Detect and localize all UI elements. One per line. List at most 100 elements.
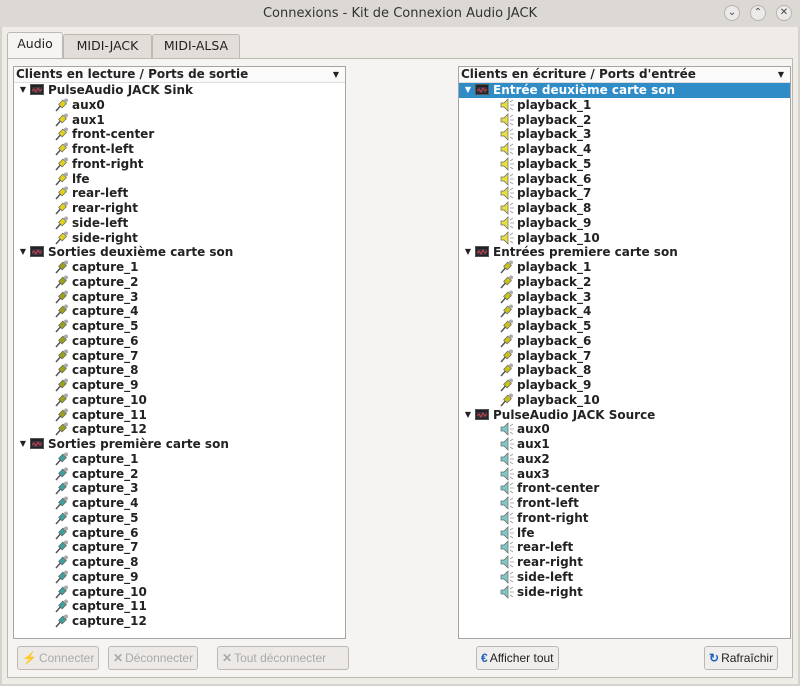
port-row[interactable]: lfe [459,526,790,541]
port-row[interactable]: playback_5 [459,157,790,172]
port-row[interactable]: playback_9 [459,216,790,231]
output-ports-tree[interactable]: Clients en lecture / Ports de sortie ▼ ▼ P… [13,66,346,639]
port-row[interactable]: capture_12 [14,614,345,629]
disconnect-all-button[interactable]: ✕ Tout déconnecter [217,646,349,670]
port-row[interactable]: front-left [459,496,790,511]
port-row[interactable]: capture_3 [14,290,345,305]
minimize-button[interactable]: ⌄ [724,5,740,21]
port-row[interactable]: front-center [459,481,790,496]
expand-arrow-icon[interactable]: ▼ [461,408,475,423]
port-row[interactable]: capture_12 [14,422,345,437]
connect-button[interactable]: ⚡ Connecter [17,646,100,670]
port-row[interactable]: capture_8 [14,363,345,378]
port-row[interactable]: playback_4 [459,142,790,157]
port-row[interactable]: aux0 [459,422,790,437]
port-row[interactable]: playback_10 [459,393,790,408]
port-row[interactable]: capture_5 [14,511,345,526]
port-row[interactable]: capture_8 [14,555,345,570]
port-row[interactable]: playback_3 [459,290,790,305]
port-row[interactable]: capture_7 [14,540,345,555]
port-row[interactable]: playback_3 [459,127,790,142]
plug-icon [54,349,70,363]
expand-arrow-icon[interactable]: ▼ [461,83,475,98]
port-row[interactable]: capture_2 [14,275,345,290]
plug-icon [499,334,515,348]
port-row[interactable]: front-center [14,127,345,142]
port-row[interactable]: playback_10 [459,231,790,246]
output-tree-header[interactable]: Clients en lecture / Ports de sortie ▼ [14,67,345,83]
port-row[interactable]: capture_9 [14,378,345,393]
refresh-button[interactable]: ↻ Rafraîchir [704,646,779,670]
port-row[interactable]: aux0 [14,98,345,113]
port-row[interactable]: capture_5 [14,319,345,334]
client-row[interactable]: ▼ Sorties deuxième carte son [14,245,345,260]
port-row[interactable]: side-right [459,585,790,600]
client-row[interactable]: ▼ PulseAudio JACK Sink [14,83,345,98]
port-row[interactable]: capture_11 [14,599,345,614]
port-row[interactable]: playback_7 [459,349,790,364]
port-row[interactable]: playback_2 [459,113,790,128]
port-row[interactable]: playback_8 [459,363,790,378]
port-row[interactable]: rear-left [459,540,790,555]
input-tree-header[interactable]: Clients en écriture / Ports d'entrée ▼ [459,67,790,83]
client-row[interactable]: ▼ Entrée deuxième carte son [459,83,790,98]
port-row[interactable]: capture_10 [14,393,345,408]
port-row[interactable]: capture_1 [14,260,345,275]
port-row[interactable]: front-right [14,157,345,172]
port-row[interactable]: playback_7 [459,186,790,201]
port-row[interactable]: side-right [14,231,345,246]
expand-arrow-icon[interactable]: ▼ [16,437,30,452]
port-row[interactable]: capture_4 [14,304,345,319]
show-all-button[interactable]: € Afficher tout [476,646,559,670]
expand-arrow-icon[interactable]: ▼ [461,245,475,260]
port-row[interactable]: capture_1 [14,452,345,467]
expand-arrow-icon[interactable]: ▼ [16,245,30,260]
port-row[interactable]: front-right [459,511,790,526]
port-row[interactable]: rear-right [14,201,345,216]
port-row[interactable]: playback_6 [459,334,790,349]
client-row[interactable]: ▼ Entrées premiere carte son [459,245,790,260]
port-row[interactable]: capture_3 [14,481,345,496]
port-row[interactable]: capture_2 [14,467,345,482]
tab-midi-alsa[interactable]: MIDI-ALSA [152,34,240,58]
port-row[interactable]: capture_11 [14,408,345,423]
client-row[interactable]: ▼ PulseAudio JACK Source [459,408,790,423]
refresh-icon: ↻ [709,651,720,665]
tab-midi-jack[interactable]: MIDI-JACK [63,34,152,58]
port-row[interactable]: aux1 [459,437,790,452]
client-row[interactable]: ▼ Sorties première carte son [14,437,345,452]
port-name: aux1 [517,437,550,451]
maximize-button[interactable]: ⌃ [750,5,766,21]
input-ports-tree[interactable]: Clients en écriture / Ports d'entrée ▼ ▼ E… [458,66,791,639]
port-row[interactable]: playback_4 [459,304,790,319]
port-row[interactable]: side-left [459,570,790,585]
disconnect-button[interactable]: ✕ Déconnecter [108,646,199,670]
port-row[interactable]: rear-left [14,186,345,201]
port-row[interactable]: lfe [14,172,345,187]
port-name: capture_1 [72,260,139,274]
port-row[interactable]: aux2 [459,452,790,467]
port-row[interactable]: capture_10 [14,585,345,600]
port-name: aux0 [517,422,550,437]
expand-arrow-icon[interactable]: ▼ [16,83,30,98]
port-row[interactable]: side-left [14,216,345,231]
port-row[interactable]: rear-right [459,555,790,570]
port-row[interactable]: playback_5 [459,319,790,334]
port-row[interactable]: aux3 [459,467,790,482]
speaker-icon [499,451,515,466]
port-row[interactable]: playback_1 [459,260,790,275]
port-row[interactable]: capture_6 [14,526,345,541]
port-row[interactable]: playback_1 [459,98,790,113]
close-button[interactable]: ✕ [776,5,792,21]
port-row[interactable]: playback_2 [459,275,790,290]
port-row[interactable]: aux1 [14,113,345,128]
port-row[interactable]: playback_8 [459,201,790,216]
port-row[interactable]: playback_6 [459,172,790,187]
tab-audio[interactable]: Audio [7,32,63,58]
port-row[interactable]: capture_4 [14,496,345,511]
port-row[interactable]: front-left [14,142,345,157]
port-row[interactable]: capture_7 [14,349,345,364]
port-row[interactable]: capture_9 [14,570,345,585]
port-row[interactable]: playback_9 [459,378,790,393]
port-row[interactable]: capture_6 [14,334,345,349]
